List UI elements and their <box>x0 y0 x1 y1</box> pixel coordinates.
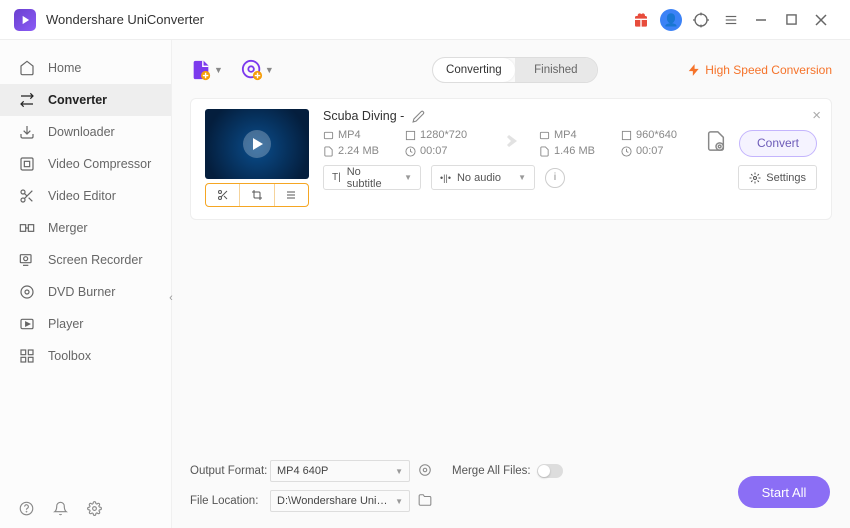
high-speed-button[interactable]: High Speed Conversion <box>687 63 832 77</box>
merge-icon <box>18 219 36 237</box>
user-avatar[interactable]: 👤 <box>658 7 684 33</box>
subtitle-select[interactable]: T| No subtitle ▼ <box>323 165 421 190</box>
app-name: Wondershare UniConverter <box>46 12 204 27</box>
audio-select[interactable]: •||• No audio ▼ <box>431 165 535 190</box>
grid-icon <box>18 347 36 365</box>
open-folder-icon[interactable] <box>418 493 432 510</box>
output-format-settings-icon[interactable] <box>418 463 432 480</box>
trim-button[interactable] <box>206 184 239 206</box>
sidebar-item-toolbox[interactable]: Toolbox <box>0 340 171 372</box>
sidebar-item-label: Video Editor <box>48 189 116 203</box>
sidebar-item-dvd[interactable]: DVD Burner <box>0 276 171 308</box>
file-location-label: File Location: <box>190 495 270 507</box>
add-dvd-button[interactable]: ▼ <box>241 59 274 81</box>
bottom-bar: Output Format: MP4 640P ▼ Merge All File… <box>172 450 850 528</box>
sidebar-item-label: Screen Recorder <box>48 253 143 267</box>
play-overlay-icon <box>243 130 271 158</box>
info-icon[interactable]: i <box>545 168 565 188</box>
file-card: × Scuba Diving - <box>190 98 832 220</box>
main-panel: ▼ ▼ Converting Finished High Speed Conve… <box>172 40 850 528</box>
settings-icon[interactable] <box>86 500 102 516</box>
minimize-button[interactable] <box>748 7 774 33</box>
crop-button[interactable] <box>239 184 273 206</box>
tab-finished[interactable]: Finished <box>515 58 597 82</box>
start-all-button[interactable]: Start All <box>738 476 830 508</box>
titlebar: Wondershare UniConverter 👤 <box>0 0 850 40</box>
tab-converting[interactable]: Converting <box>433 58 515 82</box>
convert-button[interactable]: Convert <box>739 130 817 157</box>
sidebar-item-label: Merger <box>48 221 88 235</box>
converter-icon <box>18 91 36 109</box>
app-logo <box>14 9 36 31</box>
remove-file-button[interactable]: × <box>812 107 821 124</box>
effects-button[interactable] <box>274 184 308 206</box>
menu-icon[interactable] <box>718 7 744 33</box>
download-icon <box>18 123 36 141</box>
sidebar-item-merger[interactable]: Merger <box>0 212 171 244</box>
play-icon <box>18 315 36 333</box>
target-specs: MP4 960*640 1.46 MB 00:07 <box>539 129 691 157</box>
bell-icon[interactable] <box>52 500 68 516</box>
file-location-select[interactable]: D:\Wondershare UniConverter ▼ <box>270 490 410 512</box>
sidebar-item-downloader[interactable]: Downloader <box>0 116 171 148</box>
src-format: MP4 <box>323 129 393 141</box>
output-settings-icon[interactable] <box>705 130 727 157</box>
sidebar-item-label: Video Compressor <box>48 157 151 171</box>
sidebar: Home Converter Downloader Video Compress… <box>0 40 172 528</box>
disc-icon <box>18 283 36 301</box>
dst-duration: 00:07 <box>621 145 691 157</box>
record-icon <box>18 251 36 269</box>
sidebar-collapse-icon[interactable]: ‹ <box>163 280 179 316</box>
sidebar-item-label: Converter <box>48 93 107 107</box>
file-settings-button[interactable]: Settings <box>738 165 817 190</box>
sidebar-item-label: DVD Burner <box>48 285 115 299</box>
sidebar-item-editor[interactable]: Video Editor <box>0 180 171 212</box>
sidebar-item-label: Toolbox <box>48 349 91 363</box>
home-icon <box>18 59 36 77</box>
source-specs: MP4 1280*720 2.24 MB 00:07 <box>323 129 475 157</box>
dst-format: MP4 <box>539 129 609 141</box>
support-icon[interactable] <box>688 7 714 33</box>
merge-label: Merge All Files: <box>452 465 531 477</box>
merge-toggle[interactable] <box>537 464 563 478</box>
video-thumbnail[interactable] <box>205 109 309 179</box>
sidebar-item-recorder[interactable]: Screen Recorder <box>0 244 171 276</box>
help-icon[interactable] <box>18 500 34 516</box>
file-name: Scuba Diving - <box>323 109 817 123</box>
status-tabs: Converting Finished <box>432 57 598 83</box>
add-file-icon <box>190 59 212 81</box>
rename-icon[interactable] <box>412 110 425 123</box>
sidebar-item-home[interactable]: Home <box>0 52 171 84</box>
dst-resolution: 960*640 <box>621 129 691 141</box>
sidebar-item-player[interactable]: Player <box>0 308 171 340</box>
sidebar-item-converter[interactable]: Converter <box>0 84 171 116</box>
sidebar-item-compressor[interactable]: Video Compressor <box>0 148 171 180</box>
gear-icon <box>749 172 761 184</box>
add-disc-icon <box>241 59 263 81</box>
edit-tools <box>205 183 309 207</box>
close-button[interactable] <box>808 7 834 33</box>
src-size: 2.24 MB <box>323 145 393 157</box>
src-resolution: 1280*720 <box>405 129 475 141</box>
scissors-icon <box>18 187 36 205</box>
dst-size: 1.46 MB <box>539 145 609 157</box>
gift-icon[interactable] <box>628 7 654 33</box>
lightning-icon <box>687 63 701 77</box>
sidebar-item-label: Player <box>48 317 83 331</box>
sidebar-item-label: Downloader <box>48 125 115 139</box>
sidebar-item-label: Home <box>48 61 81 75</box>
arrow-right-icon <box>495 132 519 155</box>
output-format-label: Output Format: <box>190 465 270 477</box>
add-file-button[interactable]: ▼ <box>190 59 223 81</box>
src-duration: 00:07 <box>405 145 475 157</box>
compress-icon <box>18 155 36 173</box>
output-format-select[interactable]: MP4 640P ▼ <box>270 460 410 482</box>
maximize-button[interactable] <box>778 7 804 33</box>
